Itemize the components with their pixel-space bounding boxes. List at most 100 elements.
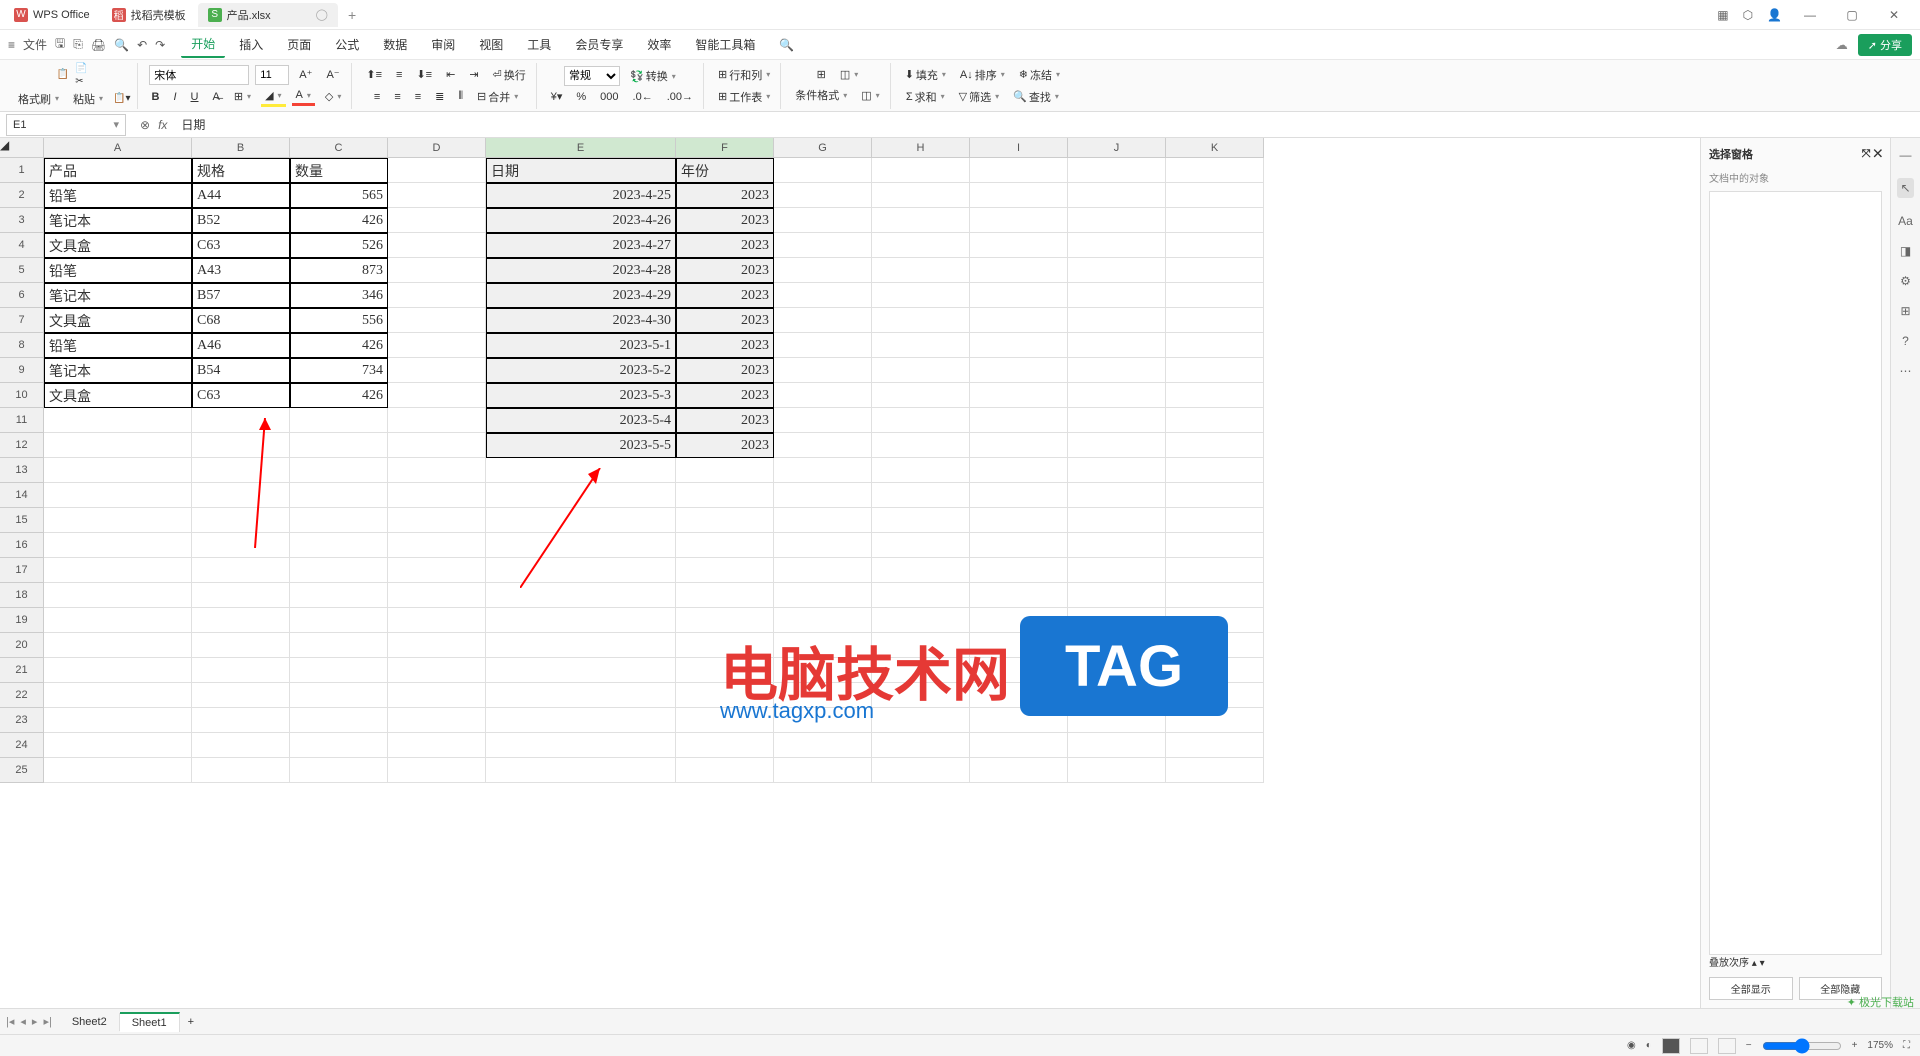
- cell-A2[interactable]: 铅笔: [44, 183, 192, 208]
- cell-A6[interactable]: 笔记本: [44, 283, 192, 308]
- cell-H2[interactable]: [872, 183, 970, 208]
- cell-C16[interactable]: [290, 533, 388, 558]
- paste-button[interactable]: 粘贴: [69, 89, 107, 109]
- increase-decimal-button[interactable]: .00→: [663, 89, 697, 105]
- cell-I25[interactable]: [970, 758, 1068, 783]
- cell-H24[interactable]: [872, 733, 970, 758]
- cell-H4[interactable]: [872, 233, 970, 258]
- convert-button[interactable]: 💱转换: [626, 66, 680, 86]
- cell-I19[interactable]: [970, 608, 1068, 633]
- cell-E20[interactable]: [486, 633, 676, 658]
- cell-B4[interactable]: C63: [192, 233, 290, 258]
- zoom-out-button[interactable]: −: [1746, 1040, 1752, 1051]
- cell-F18[interactable]: [676, 583, 774, 608]
- cell-E19[interactable]: [486, 608, 676, 633]
- cell-G24[interactable]: [774, 733, 872, 758]
- cell-E15[interactable]: [486, 508, 676, 533]
- cell-E12[interactable]: 2023-5-5: [486, 433, 676, 458]
- cloud-icon[interactable]: ☁: [1836, 38, 1848, 52]
- cell-D3[interactable]: [388, 208, 486, 233]
- cell-K5[interactable]: [1166, 258, 1264, 283]
- cell-H9[interactable]: [872, 358, 970, 383]
- tab-menu-icon[interactable]: ◯: [316, 8, 328, 21]
- cell-A4[interactable]: 文具盒: [44, 233, 192, 258]
- col-header-B[interactable]: B: [192, 138, 290, 158]
- cell-F24[interactable]: [676, 733, 774, 758]
- cell-F3[interactable]: 2023: [676, 208, 774, 233]
- cell-K15[interactable]: [1166, 508, 1264, 533]
- cell-E22[interactable]: [486, 683, 676, 708]
- cell-C14[interactable]: [290, 483, 388, 508]
- cell-D22[interactable]: [388, 683, 486, 708]
- cell-D7[interactable]: [388, 308, 486, 333]
- cell-I4[interactable]: [970, 233, 1068, 258]
- cell-F7[interactable]: 2023: [676, 308, 774, 333]
- status-indicator-icon[interactable]: ◉: [1627, 1040, 1636, 1051]
- cell-E2[interactable]: 2023-4-25: [486, 183, 676, 208]
- copy-icon[interactable]: 📄: [75, 63, 87, 74]
- row-header-1[interactable]: 1: [0, 158, 44, 183]
- cell-K6[interactable]: [1166, 283, 1264, 308]
- cell-F12[interactable]: 2023: [676, 433, 774, 458]
- cell-K12[interactable]: [1166, 433, 1264, 458]
- cell-I7[interactable]: [970, 308, 1068, 333]
- cell-C24[interactable]: [290, 733, 388, 758]
- row-header-6[interactable]: 6: [0, 283, 44, 308]
- freeze-button[interactable]: ❄冻结: [1015, 65, 1064, 85]
- cell-K2[interactable]: [1166, 183, 1264, 208]
- cell-A10[interactable]: 文具盒: [44, 383, 192, 408]
- filter-button[interactable]: ▽筛选: [955, 87, 1003, 107]
- cell-B6[interactable]: B57: [192, 283, 290, 308]
- cell-F23[interactable]: [676, 708, 774, 733]
- align-middle-button[interactable]: ≡: [392, 67, 406, 83]
- settings-icon[interactable]: ⚙: [1900, 274, 1911, 288]
- next-sheet-icon[interactable]: ▸: [32, 1015, 38, 1028]
- cell-K22[interactable]: [1166, 683, 1264, 708]
- cell-I2[interactable]: [970, 183, 1068, 208]
- cell-E1[interactable]: 日期: [486, 158, 676, 183]
- cell-G12[interactable]: [774, 433, 872, 458]
- cell-D15[interactable]: [388, 508, 486, 533]
- cell-J24[interactable]: [1068, 733, 1166, 758]
- row-header-20[interactable]: 20: [0, 633, 44, 658]
- cell-C21[interactable]: [290, 658, 388, 683]
- hamburger-icon[interactable]: ≡: [8, 38, 15, 52]
- cell-D21[interactable]: [388, 658, 486, 683]
- cell-F13[interactable]: [676, 458, 774, 483]
- cell-G22[interactable]: [774, 683, 872, 708]
- distribute-button[interactable]: ⫴: [454, 88, 467, 105]
- zoom-level[interactable]: 175%: [1867, 1040, 1893, 1051]
- cancel-formula-icon[interactable]: ⊗: [140, 118, 150, 132]
- col-header-F[interactable]: F: [676, 138, 774, 158]
- cell-K23[interactable]: [1166, 708, 1264, 733]
- cell-B18[interactable]: [192, 583, 290, 608]
- cell-J1[interactable]: [1068, 158, 1166, 183]
- menu-formula[interactable]: 公式: [325, 32, 369, 57]
- cell-E23[interactable]: [486, 708, 676, 733]
- menu-insert[interactable]: 插入: [229, 32, 273, 57]
- cell-I13[interactable]: [970, 458, 1068, 483]
- cell-F11[interactable]: 2023: [676, 408, 774, 433]
- align-center-button[interactable]: ≡: [390, 89, 404, 105]
- cell-I11[interactable]: [970, 408, 1068, 433]
- col-header-K[interactable]: K: [1166, 138, 1264, 158]
- cut-icon[interactable]: ✂: [75, 76, 87, 87]
- row-header-15[interactable]: 15: [0, 508, 44, 533]
- cell-E11[interactable]: 2023-5-4: [486, 408, 676, 433]
- cell-B13[interactable]: [192, 458, 290, 483]
- cell-H6[interactable]: [872, 283, 970, 308]
- cell-B17[interactable]: [192, 558, 290, 583]
- col-header-A[interactable]: A: [44, 138, 192, 158]
- fill-button[interactable]: ⬇填充: [901, 65, 950, 85]
- strikethrough-button[interactable]: A̶: [208, 89, 223, 105]
- cell-E17[interactable]: [486, 558, 676, 583]
- dark-mode-icon[interactable]: ◐: [1646, 1040, 1652, 1051]
- cell-I14[interactable]: [970, 483, 1068, 508]
- menu-page[interactable]: 页面: [277, 32, 321, 57]
- cell-J25[interactable]: [1068, 758, 1166, 783]
- cell-G2[interactable]: [774, 183, 872, 208]
- minimize-button[interactable]: —: [1796, 8, 1824, 22]
- row-header-25[interactable]: 25: [0, 758, 44, 783]
- col-header-I[interactable]: I: [970, 138, 1068, 158]
- cell-G20[interactable]: [774, 633, 872, 658]
